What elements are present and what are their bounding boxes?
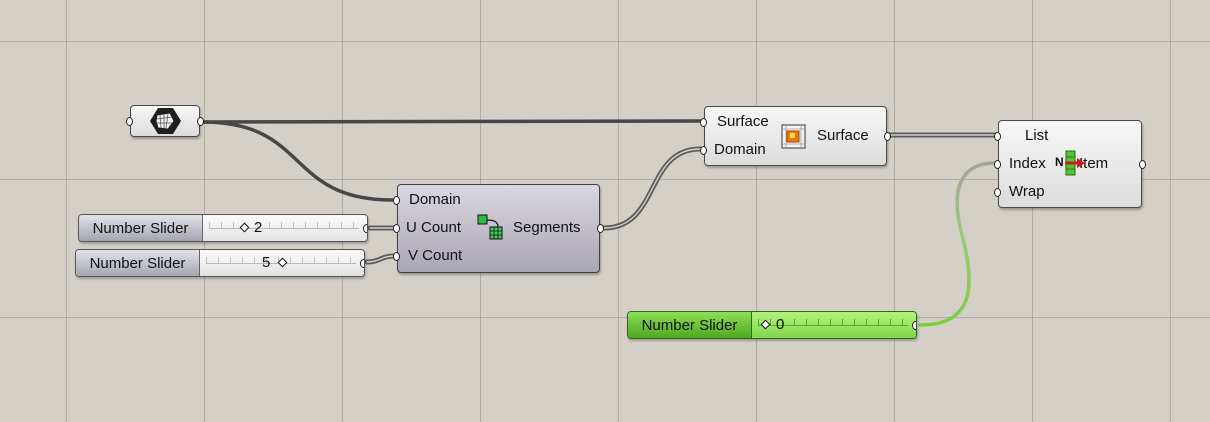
wire-green-slider-to-index xyxy=(918,161,997,327)
index-input-label: Index xyxy=(1009,155,1046,172)
surface-input-grip[interactable] xyxy=(126,117,133,126)
surface-output-label: Surface xyxy=(817,127,869,144)
list-input-grip[interactable] xyxy=(994,132,1001,141)
ucount-input-grip[interactable] xyxy=(393,224,400,233)
isotrim-component[interactable]: Surface Domain Surface xyxy=(700,106,891,166)
segments-output-grip[interactable] xyxy=(597,224,604,233)
wire-layer xyxy=(201,119,998,327)
number-slider-index[interactable]: Number Slider 0 xyxy=(627,311,917,339)
surface-output-grip[interactable] xyxy=(197,117,204,126)
slider-label: Number Slider xyxy=(628,312,752,338)
domain-input-label: Domain xyxy=(714,141,766,158)
number-slider-vcount[interactable]: Number Slider 5 xyxy=(75,249,365,277)
domain-input-grip[interactable] xyxy=(700,146,707,155)
domain-input-grip[interactable] xyxy=(393,196,400,205)
slider-track[interactable]: 0 xyxy=(752,312,916,338)
surface-input-label: Surface xyxy=(717,113,769,130)
number-slider-ucount[interactable]: Number Slider 2 xyxy=(78,214,368,242)
slider-label: Number Slider xyxy=(76,250,200,276)
slider-value: 0 xyxy=(776,316,785,333)
slider-output-grip[interactable] xyxy=(363,224,367,233)
wire-surface-to-isotrim xyxy=(201,119,702,124)
slider-output-grip[interactable] xyxy=(912,321,916,330)
divide-domain-component[interactable]: Domain U Count V Count Segments xyxy=(393,184,604,273)
slider-track[interactable]: 5 xyxy=(200,250,364,276)
surface-output-grip[interactable] xyxy=(884,132,891,141)
wire-surface-to-divide-domain xyxy=(201,120,395,202)
domain-input-label: Domain xyxy=(409,191,461,208)
slider-value: 5 xyxy=(262,254,271,271)
wrap-input-grip[interactable] xyxy=(994,188,1001,197)
segments-output-label: Segments xyxy=(513,219,581,236)
item-output-grip[interactable] xyxy=(1139,160,1146,169)
slider-value: 2 xyxy=(254,219,263,236)
isotrim-icon xyxy=(781,124,806,149)
vcount-input-grip[interactable] xyxy=(393,252,400,261)
surface-parameter-component[interactable] xyxy=(126,105,204,137)
slider-track[interactable]: 2 xyxy=(203,215,367,241)
list-input-label: List xyxy=(1025,127,1049,144)
list-item-icon: N xyxy=(1055,149,1089,177)
surface-parameter-icon xyxy=(150,108,181,134)
list-item-component[interactable]: List Index Wrap Item N xyxy=(994,120,1146,208)
ucount-input-label: U Count xyxy=(406,219,462,236)
vcount-input-label: V Count xyxy=(408,247,463,264)
surface-input-grip[interactable] xyxy=(700,118,707,127)
divide-domain2-icon xyxy=(477,214,503,240)
slider-label: Number Slider xyxy=(79,215,203,241)
slider-output-grip[interactable] xyxy=(360,259,364,268)
wrap-input-label: Wrap xyxy=(1009,183,1045,200)
index-input-grip[interactable] xyxy=(994,160,1001,169)
